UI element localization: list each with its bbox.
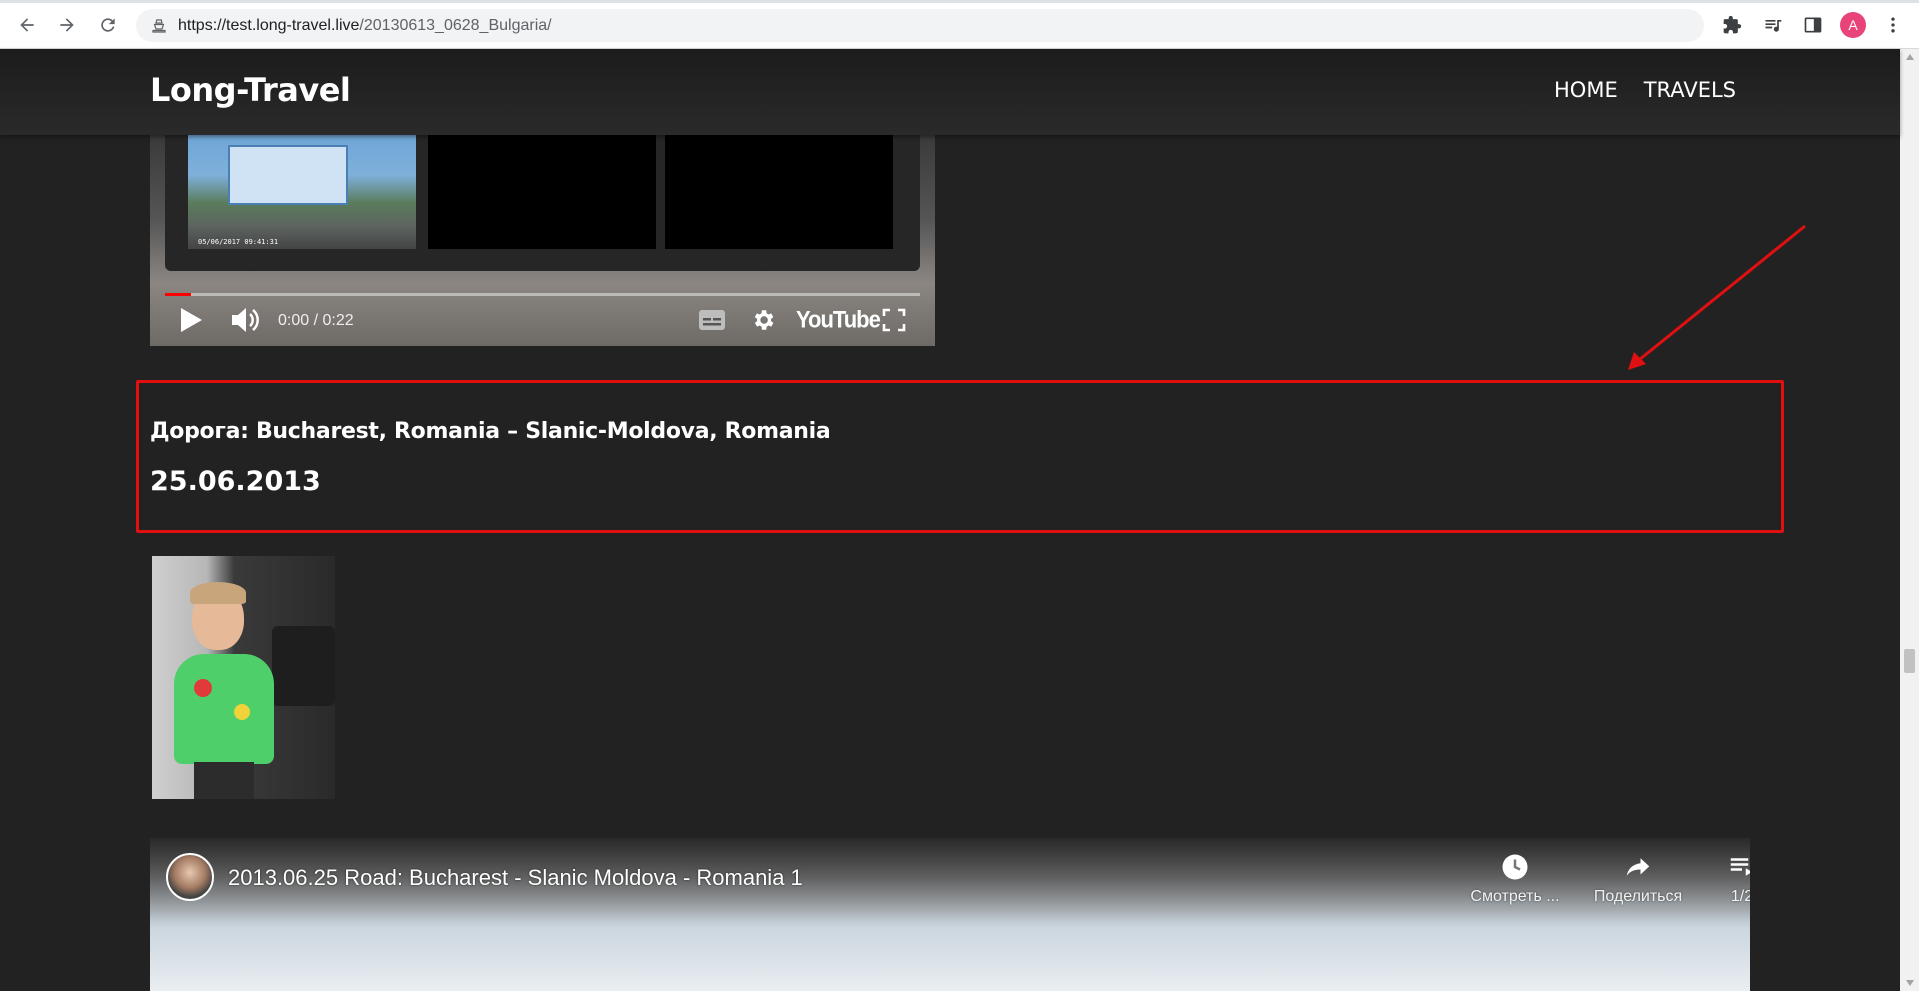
play-button[interactable] [178,305,204,335]
site-header: Long-Travel HOME TRAVELS [0,49,1900,135]
arrow-left-icon [20,18,34,32]
back-button[interactable] [12,10,42,40]
video-player-2[interactable]: 2013.06.25 Road: Bucharest - Slanic Mold… [150,838,1750,991]
thumb-building [228,145,348,205]
playlist-count: 1/2 [1730,888,1750,905]
triangle-down-icon [1905,980,1914,986]
triangle-up-icon [1905,54,1914,60]
tab-strip [0,0,1919,3]
subtitles-icon [699,310,725,330]
reload-button[interactable] [93,10,123,40]
playlist-button[interactable]: 1/2 [1687,852,1750,906]
video-progress-played [165,293,192,296]
gear-icon [754,310,774,330]
site-info-icon[interactable] [150,17,168,35]
playlist-music-icon [1765,20,1782,32]
side-panel-button[interactable] [1800,12,1826,38]
thumb-timestamp: 05/06/2017 09:41:31 [198,238,279,246]
play-icon [181,308,202,332]
profile-avatar[interactable]: A [1840,12,1866,38]
share-label: Поделиться [1593,888,1683,905]
scroll-up-button[interactable] [1900,49,1919,65]
main-nav: HOME TRAVELS [1554,78,1736,102]
video-title[interactable]: 2013.06.25 Road: Bucharest - Slanic Mold… [228,865,803,891]
url-path: /20130613_0628_Bulgaria/ [359,16,552,34]
scroll-thumb[interactable] [1904,649,1915,673]
end-screen-panel: 05/06/2017 09:41:31 [165,135,920,271]
settings-button[interactable] [750,305,776,335]
clock-icon [1502,854,1528,880]
fullscreen-button[interactable] [882,305,906,335]
nav-home[interactable]: HOME [1554,78,1618,102]
scroll-down-button[interactable] [1900,975,1919,991]
extensions-button[interactable] [1719,12,1745,38]
fullscreen-icon [882,308,906,332]
photo-shirt [174,654,274,764]
route-heading: Дорога: Bucharest, Romania – Slanic-Mold… [150,419,831,444]
address-bar[interactable]: https://test.long-travel.live/20130613_0… [136,9,1704,42]
volume-icon [232,308,259,332]
suggested-video-thumb-1[interactable]: 05/06/2017 09:41:31 [188,135,416,249]
side-panel-icon [1804,17,1822,33]
url-text: https://test.long-travel.live/20130613_0… [178,17,552,35]
playlist-icon [1730,858,1750,876]
site-logo[interactable]: Long-Travel [150,71,351,109]
browser-menu-button[interactable] [1880,12,1906,38]
subtitles-button[interactable] [698,305,726,335]
annotation-arrow [1628,224,1806,370]
channel-avatar[interactable] [166,853,214,901]
browser-toolbar: https://test.long-travel.live/20130613_0… [0,0,1919,49]
video-player-1[interactable]: 05/06/2017 09:41:31 0:00 / 0:22 YouTube [150,135,935,346]
puzzle-icon [1723,15,1742,34]
media-control-button[interactable] [1760,12,1786,38]
share-icon [1626,858,1650,876]
video-time: 0:00 / 0:22 [278,312,354,329]
watch-later-button[interactable]: Смотреть ... [1460,852,1570,906]
travel-photo[interactable] [152,556,335,799]
youtube-logo-button[interactable]: YouTube [796,305,881,335]
nav-travels[interactable]: TRAVELS [1644,78,1736,102]
forward-button[interactable] [52,10,82,40]
highlight-frame [136,380,1784,533]
url-host: https://test.long-travel.live [178,16,360,34]
volume-button[interactable] [230,305,260,335]
arrow-right-icon [60,18,74,32]
date-heading: 25.06.2013 [150,466,321,497]
youtube-wordmark: YouTube [796,305,881,334]
watch-later-label: Смотреть ... [1470,888,1560,905]
reload-icon [101,18,115,32]
photo-legs [194,762,254,799]
share-button[interactable]: Поделиться [1583,852,1693,906]
page-scrollbar[interactable] [1900,49,1919,991]
profile-letter: A [1848,17,1858,33]
video-progress-bar[interactable] [165,293,920,296]
kebab-menu-icon [1891,17,1895,33]
suggested-video-thumb-2[interactable] [428,135,656,249]
photo-car-door [272,626,335,706]
suggested-video-thumb-3[interactable] [665,135,893,249]
photo-hair [190,582,246,604]
